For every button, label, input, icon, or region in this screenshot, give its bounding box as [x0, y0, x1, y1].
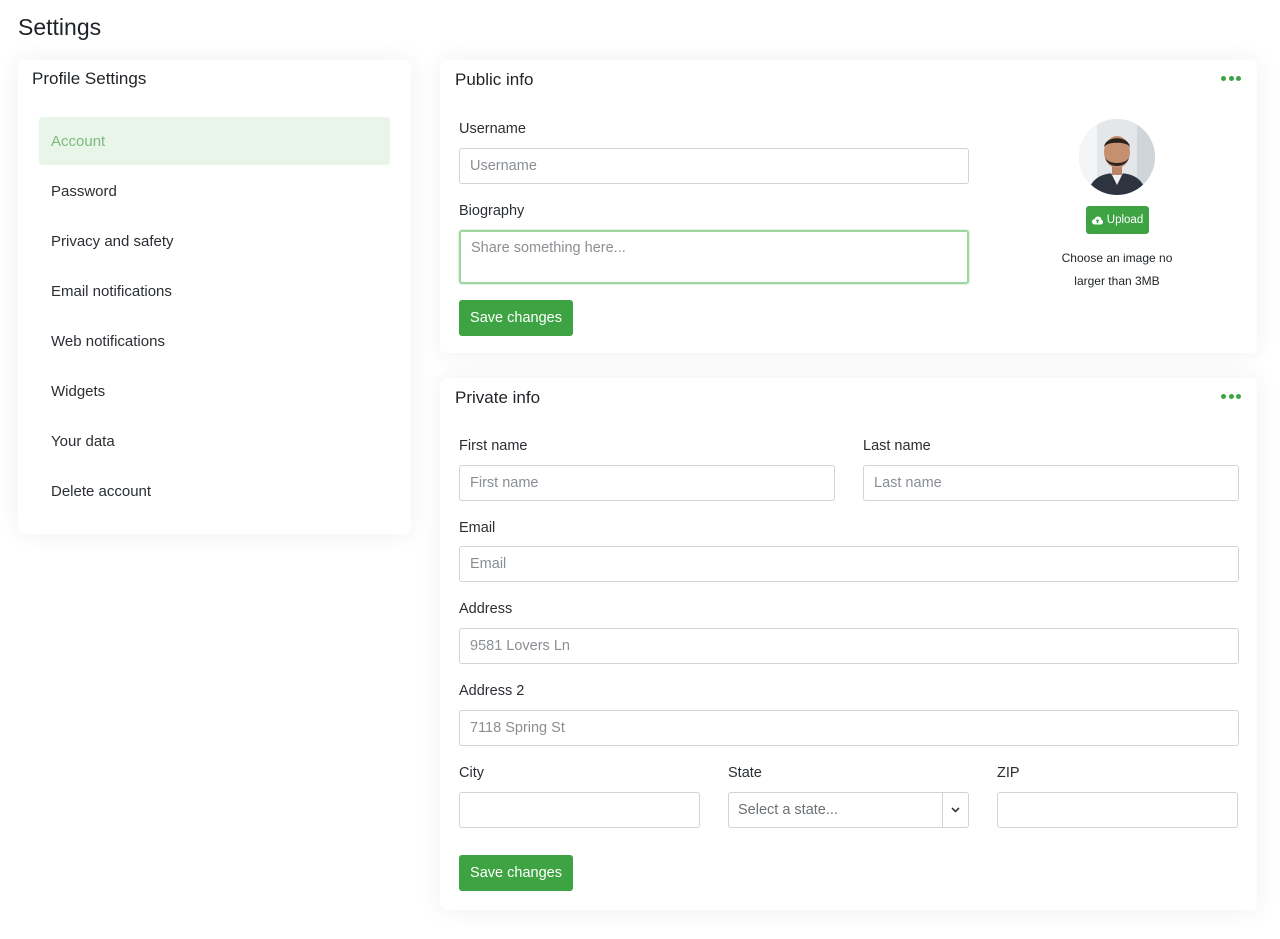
zip-input[interactable]	[997, 792, 1238, 828]
private-info-title: Private info	[455, 388, 541, 407]
state-label: State	[728, 765, 762, 781]
biography-input[interactable]	[459, 230, 969, 284]
biography-label: Biography	[459, 203, 525, 219]
sidebar-item-password[interactable]: Password	[39, 167, 390, 215]
profile-settings-sidebar: Profile Settings Account Password Privac…	[18, 60, 411, 534]
sidebar-item-account[interactable]: Account	[39, 117, 390, 165]
email-input[interactable]	[459, 546, 1239, 582]
sidebar-nav: Account Password Privacy and safety Emai…	[39, 117, 390, 517]
sidebar-item-privacy[interactable]: Privacy and safety	[39, 217, 390, 265]
private-info-card: Private info First name Last name Email …	[440, 378, 1257, 910]
upload-button[interactable]: Upload	[1086, 206, 1149, 234]
address2-input[interactable]	[459, 710, 1239, 746]
last-name-input[interactable]	[863, 465, 1239, 501]
save-public-button[interactable]: Save changes	[459, 300, 573, 336]
cloud-upload-icon	[1091, 216, 1103, 224]
username-input[interactable]	[459, 148, 969, 184]
upload-note-line-2: larger than 3MB	[1074, 274, 1160, 288]
username-label: Username	[459, 121, 526, 137]
state-select[interactable]: Select a state...	[728, 792, 969, 828]
address-label: Address	[459, 601, 513, 617]
first-name-label: First name	[459, 438, 528, 454]
avatar	[1079, 119, 1155, 195]
zip-label: ZIP	[997, 765, 1020, 781]
more-options-icon[interactable]	[1221, 74, 1241, 82]
more-options-icon[interactable]	[1221, 392, 1241, 400]
public-info-title: Public info	[455, 70, 534, 89]
last-name-label: Last name	[863, 438, 931, 454]
email-label: Email	[459, 520, 496, 536]
save-private-button[interactable]: Save changes	[459, 855, 573, 891]
address-input[interactable]	[459, 628, 1239, 664]
state-select-value: Select a state...	[738, 802, 838, 818]
first-name-input[interactable]	[459, 465, 835, 501]
sidebar-item-email-notifications[interactable]: Email notifications	[39, 267, 390, 315]
chevron-down-icon	[942, 793, 968, 827]
city-label: City	[459, 765, 484, 781]
upload-note-line-1: Choose an image no	[1061, 251, 1173, 265]
city-input[interactable]	[459, 792, 700, 828]
sidebar-item-widgets[interactable]: Widgets	[39, 367, 390, 415]
sidebar-item-your-data[interactable]: Your data	[39, 417, 390, 465]
address2-label: Address 2	[459, 683, 525, 699]
sidebar-item-web-notifications[interactable]: Web notifications	[39, 317, 390, 365]
upload-label: Upload	[1106, 214, 1144, 226]
public-info-card: Public info Username Biography Save chan…	[440, 60, 1257, 353]
page-title: Settings	[18, 14, 102, 40]
sidebar-item-delete-account[interactable]: Delete account	[39, 467, 390, 515]
sidebar-title: Profile Settings	[32, 69, 147, 88]
upload-note: Choose an image no larger than 3MB	[1038, 247, 1196, 293]
